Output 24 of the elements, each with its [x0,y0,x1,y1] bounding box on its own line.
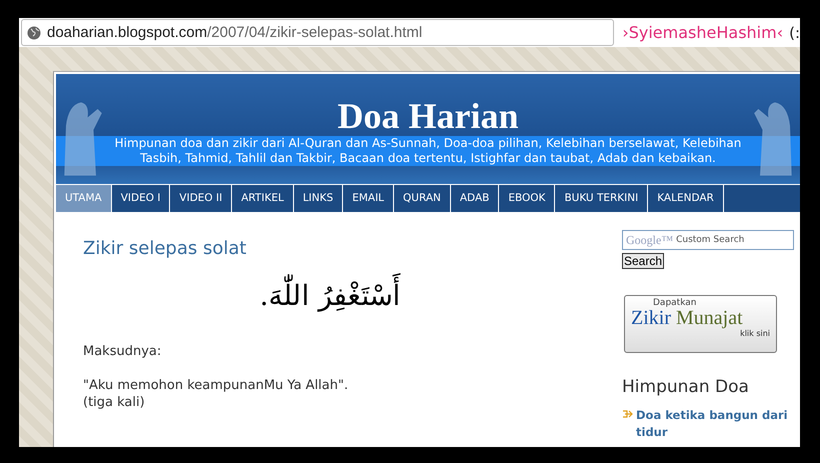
post-text: (tiga kali) [83,394,146,411]
banner-text: Munajat [676,308,743,329]
url-domain: doaharian.blogspot.com [47,24,208,41]
blog-description: Himpunan doa dan zikir dari Al-Quran dan As-Sunnah, Doa-doa pilihan, Kelebihan berselawat, Kelebihan Tasbih, Tahmid, Tahlil dan Takbir, Bacaan doa tertentu, Istighfar dan taubat, Adab dan kebaikan. [56,136,800,166]
post-text: Maksudnya: [83,343,162,360]
arrow-icon [622,410,633,418]
banner-text: Zikir [631,308,671,329]
nav-tab[interactable]: VIDEO I [112,185,170,212]
banner-ad[interactable]: Dapatkan Zikir Munajat klik sini [624,295,777,353]
section-title: Himpunan Doa [622,377,750,397]
address-bar[interactable]: doaharian.blogspot.com/2007/04/zikir-selepas-solat.html [21,19,614,46]
emoticon-text: (: [789,24,800,42]
globe-icon [27,26,41,40]
post-title[interactable]: Zikir selepas solat [83,238,607,259]
signature-text: ›SyiemasheHashim‹ [622,23,784,42]
banner-text: klik sini [740,329,770,338]
search-field[interactable]: Google™ Custom Search [622,230,794,250]
sidebar-link[interactable]: Doa ketika bangun dari tidur [636,407,800,441]
post-text: "Aku memohon keampunanMu Ya Allah". [83,377,350,394]
blog-title: Doa Harian [337,96,518,136]
search-button[interactable]: Search [622,253,664,269]
arabic-text: أَسْتَغْفِرُ اللّٰهَ. [83,271,607,321]
banner-text: Dapatkan [653,298,698,308]
url-path: /2007/04/zikir-selepas-solat.html [207,24,422,41]
